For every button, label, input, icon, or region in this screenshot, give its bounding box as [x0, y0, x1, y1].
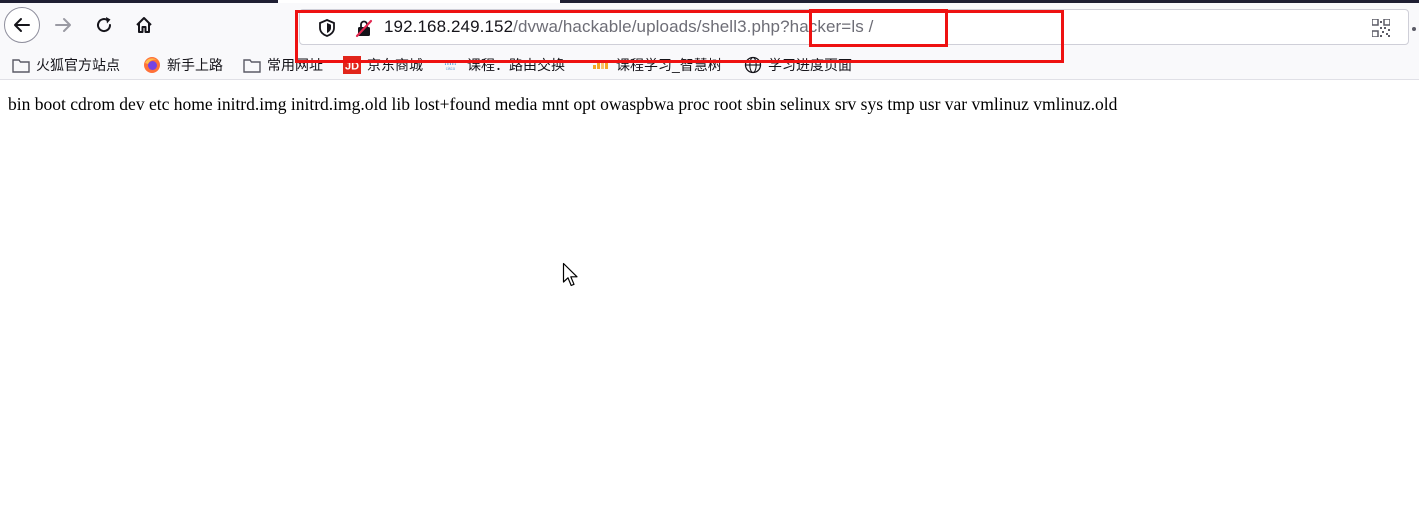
bookmark-label: 新手上路 — [167, 57, 223, 73]
bookmark-label: 火狐官方站点 — [36, 57, 120, 73]
annotation-box-parameter — [809, 9, 948, 47]
firefox-icon — [143, 56, 161, 74]
page-content: bin boot cdrom dev etc home initrd.img i… — [0, 81, 1419, 507]
bookmark-firefox-site[interactable]: 火狐官方站点 — [12, 55, 120, 75]
svg-text:cisco: cisco — [446, 66, 456, 71]
home-icon — [136, 17, 152, 33]
arrow-right-icon — [55, 18, 71, 32]
home-button[interactable] — [126, 7, 162, 43]
reload-button[interactable] — [86, 7, 122, 43]
forward-button[interactable] — [45, 7, 81, 43]
folder-icon — [12, 56, 30, 74]
annotation-box-url — [295, 10, 1064, 63]
bookmark-getting-started[interactable]: 新手上路 — [143, 55, 223, 75]
command-output: bin boot cdrom dev etc home initrd.img i… — [8, 94, 1118, 114]
back-button[interactable] — [4, 7, 40, 43]
overflow-menu-dot[interactable] — [1412, 27, 1416, 31]
arrow-left-icon — [14, 18, 30, 32]
qr-code-icon[interactable] — [1372, 19, 1390, 37]
mouse-cursor-icon — [562, 262, 578, 287]
folder-icon — [243, 56, 261, 74]
reload-icon — [97, 17, 112, 33]
